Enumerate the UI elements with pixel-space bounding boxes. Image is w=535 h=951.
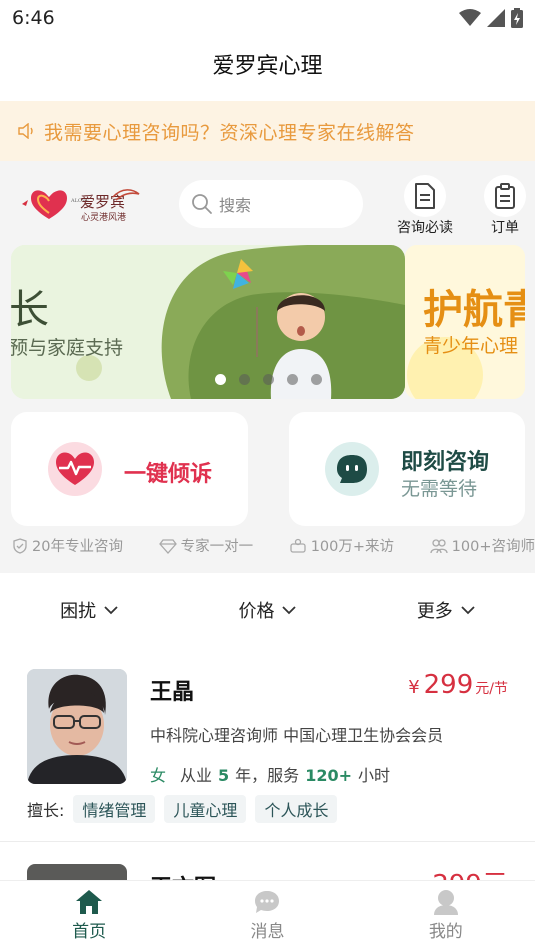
filter-price[interactable]: 价格 (178, 597, 356, 623)
feature-item: 专家一对一 (158, 535, 254, 556)
filter-label: 价格 (238, 601, 275, 622)
nav-label: 首页 (72, 922, 107, 942)
notice-bar[interactable]: 我需要心理咨询吗？资深心理专家在线解答 (0, 101, 535, 161)
counselor-price: ¥ 299 元 (417, 864, 508, 880)
document-icon (415, 183, 435, 209)
carousel-indicator (215, 374, 322, 385)
brand-logo: ALOVE 爱罗宾 心灵港风港 (18, 183, 143, 227)
nav-label: 消息 (250, 922, 285, 942)
carousel-dot[interactable] (239, 374, 250, 385)
banner-subtitle: 预与家庭支持 (11, 337, 123, 359)
counselor-name: 王晶 (150, 680, 195, 705)
nav-home[interactable]: 首页 (0, 881, 178, 951)
price-currency: ¥ (408, 677, 420, 698)
feature-label: 100万+来访 (310, 539, 395, 555)
feature-row: 20年专业咨询 专家一对一 100万+来访 100+咨询师 (12, 535, 535, 556)
cell-signal-icon (487, 9, 505, 27)
search-icon (192, 194, 212, 214)
home-icon (76, 890, 103, 914)
quick-link-consult-guide[interactable]: 咨询必读 (395, 175, 455, 237)
people-icon (430, 538, 448, 553)
carousel-dot[interactable] (287, 374, 298, 385)
nav-profile[interactable]: 我的 (357, 881, 535, 951)
specialty-label: 擅长: (27, 801, 65, 820)
nav-label: 我的 (428, 922, 463, 942)
counselor-card[interactable]: 王文军 ¥ 299 元 (0, 842, 535, 880)
avatar (27, 669, 127, 784)
avatar (27, 864, 127, 880)
counselor-price: ¥ 299 元/节 (408, 670, 508, 700)
quick-link-orders[interactable]: 订单 (475, 175, 535, 237)
carousel-dot[interactable] (263, 374, 274, 385)
feature-label: 专家一对一 (180, 539, 254, 555)
status-bar: 6:46 (0, 0, 535, 36)
bottom-nav: 首页 消息 我的 (0, 880, 535, 951)
counselor-title: 中科院心理咨询师 中国心理卫生协会会员 (150, 726, 444, 745)
feature-item: 100万+来访 (289, 535, 394, 556)
instant-consult-label: 即刻咨询 (401, 450, 490, 475)
message-icon (255, 891, 280, 913)
confide-card-label: 一键倾诉 (124, 462, 213, 487)
meta-text: 从业 (180, 766, 213, 785)
meta-text: 小时 (358, 766, 391, 785)
chat-bubble-icon (325, 442, 379, 496)
carousel-dot[interactable] (311, 374, 322, 385)
visitors-icon (290, 538, 306, 553)
speaker-icon (18, 123, 33, 139)
clipboard-icon (495, 183, 515, 209)
filter-more[interactable]: 更多 (357, 597, 535, 623)
counselor-meta: 女 从业 5 年，服务 120+ 小时 (150, 762, 390, 786)
banner-title: 护航青 (423, 287, 525, 333)
profile-icon (433, 890, 458, 915)
confide-card[interactable]: 一键倾诉 (11, 412, 248, 526)
banner-title: 长 (11, 287, 49, 333)
counselor-years: 5 (218, 766, 230, 785)
diamond-icon (158, 538, 177, 554)
price-unit: 元/节 (475, 681, 508, 697)
nav-messages[interactable]: 消息 (178, 881, 356, 951)
status-time: 6:46 (12, 7, 55, 29)
quick-link-label: 订单 (491, 220, 519, 236)
search-box[interactable]: 搜索 (179, 180, 363, 228)
feature-label: 20年专业咨询 (32, 539, 123, 555)
heartbeat-icon (48, 442, 102, 496)
price-value: 299 (423, 670, 474, 700)
page-title: 爱罗宾心理 (212, 54, 323, 79)
banner-slide[interactable]: 长 预与家庭支持 (11, 245, 405, 399)
battery-icon (511, 8, 523, 28)
shield-check-icon (13, 537, 27, 554)
quick-link-label: 咨询必读 (397, 220, 453, 236)
price-unit: 元 (482, 864, 508, 880)
specialty-tag: 个人成长 (255, 795, 338, 823)
counselor-name: 王文军 (150, 870, 216, 880)
feature-label: 100+咨询师 (451, 539, 535, 555)
filter-bar: 困扰 价格 更多 (0, 590, 535, 630)
logo-subtext: 心灵港风港 (81, 211, 126, 223)
specialty-tags: 擅长: 情绪管理 儿童心理 个人成长 (27, 795, 338, 823)
banner-subtitle: 青少年心理 (423, 335, 518, 357)
chevron-down-icon (282, 605, 297, 614)
instant-consult-sub: 无需等待 (401, 478, 478, 500)
notice-text: 我需要心理咨询吗？资深心理专家在线解答 (44, 121, 415, 144)
status-icons (459, 8, 523, 28)
specialty-tag: 情绪管理 (73, 795, 156, 823)
instant-consult-card[interactable]: 即刻咨询 无需等待 (289, 412, 525, 526)
counselor-gender: 女 (150, 766, 167, 785)
chevron-down-icon (461, 605, 475, 614)
filter-label: 更多 (416, 601, 453, 622)
meta-text: 年，服务 (235, 766, 300, 785)
banner-slide-next[interactable]: 护航青 青少年心理 (405, 245, 525, 399)
carousel-dot[interactable] (215, 374, 226, 385)
logo-text: 爱罗宾 (80, 193, 125, 211)
specialty-tag: 儿童心理 (164, 795, 247, 823)
wifi-icon (459, 9, 481, 26)
search-input[interactable]: 搜索 (219, 192, 251, 216)
price-value: 299 (432, 870, 482, 880)
filter-concern[interactable]: 困扰 (0, 597, 178, 623)
filter-label: 困扰 (60, 601, 97, 622)
chevron-down-icon (104, 605, 118, 614)
feature-item: 20年专业咨询 (12, 535, 123, 556)
feature-item: 100+咨询师 (430, 535, 535, 556)
counselor-hours: 120+ (305, 766, 352, 785)
